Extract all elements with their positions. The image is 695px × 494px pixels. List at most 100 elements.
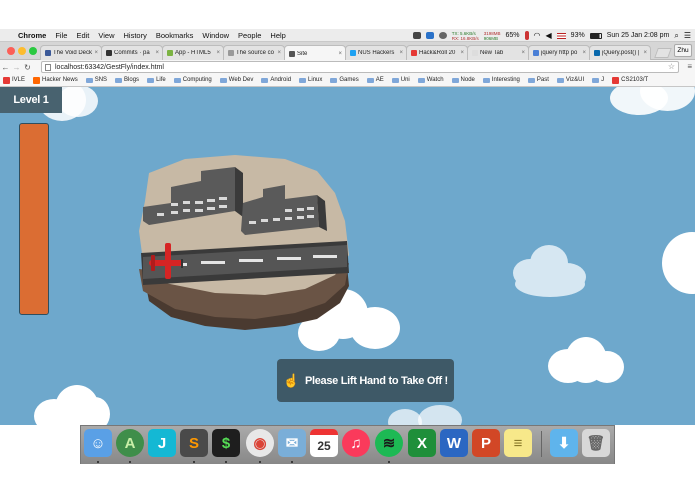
menu-edit[interactable]: Edit (76, 31, 89, 40)
bookmark-10[interactable]: AE (366, 77, 384, 83)
wifi-icon[interactable]: ◠ (534, 31, 541, 40)
bookmark-star-icon[interactable]: ☆ (668, 62, 675, 71)
tab-4[interactable]: Site × (284, 45, 346, 61)
menu-history[interactable]: History (124, 31, 147, 40)
sublime-text-icon[interactable]: S (180, 429, 208, 457)
status-app-icon[interactable] (412, 32, 421, 39)
tab-0[interactable]: The Void Deck × (40, 45, 102, 60)
tab-7[interactable]: New Tab × (467, 45, 529, 60)
macos-menubar: Chrome File Edit View History Bookmarks … (0, 29, 695, 42)
excel-icon[interactable]: X (408, 429, 436, 457)
profile-button[interactable]: Zhu (674, 44, 692, 57)
calendar-icon[interactable]: 25 (310, 429, 338, 457)
tab-close-icon[interactable]: × (521, 50, 525, 56)
bookmark-11[interactable]: Uni (391, 77, 410, 83)
menu-help[interactable]: Help (270, 31, 285, 40)
notification-center-icon[interactable]: ☰ (684, 31, 691, 40)
tab-1[interactable]: Commits · pa × (101, 45, 163, 60)
tab-8[interactable]: jquery http po × (528, 45, 590, 60)
trash-icon[interactable]: 🗑 (582, 429, 610, 457)
bookmark-4[interactable]: Life (147, 77, 166, 83)
tab-close-icon[interactable]: × (582, 50, 586, 56)
cloud (590, 351, 624, 383)
network-monitor[interactable]: TX: 5.6KB/s RX: 16.8KB/s (452, 31, 479, 41)
cpu-usage[interactable]: 65% (506, 32, 520, 39)
folder-icon (366, 77, 374, 83)
word-icon[interactable]: W (440, 429, 468, 457)
bookmark-9[interactable]: Games (330, 77, 359, 83)
chrome-icon[interactable]: ◉ (246, 429, 274, 457)
tab-close-icon[interactable]: × (460, 50, 464, 56)
bookmark-label: Web Dev (228, 77, 254, 83)
tab-close-icon[interactable]: × (399, 50, 403, 56)
forward-arrow-icon[interactable]: → (11, 63, 22, 72)
bookmark-1[interactable]: Hacker News (33, 76, 78, 84)
downloads-folder-icon[interactable]: ⬇ (550, 429, 578, 457)
window-zoom-button[interactable] (29, 47, 37, 55)
bookmark-18[interactable]: CS2103/T (612, 76, 649, 84)
new-tab-button[interactable] (654, 48, 672, 58)
bookmark-3[interactable]: Blogs (115, 77, 139, 83)
menu-bookmarks[interactable]: Bookmarks (156, 31, 194, 40)
spotify-icon[interactable]: ≋ (375, 429, 403, 457)
itunes-icon[interactable]: ♫ (342, 429, 370, 457)
bookmark-17[interactable]: J (592, 77, 604, 83)
spotlight-search-icon[interactable]: ⌕ (674, 31, 678, 41)
url-text[interactable]: localhost:63342/GestFly/index.html (55, 64, 164, 71)
tab-9[interactable]: jQuery.post() | × (589, 45, 651, 60)
address-bar[interactable]: localhost:63342/GestFly/index.html ☆ (41, 61, 679, 73)
bookmark-7[interactable]: Android (261, 77, 291, 83)
finder-icon[interactable]: ☺ (84, 429, 112, 457)
game-canvas[interactable]: Level 1 ☝ Please Lift Hand to Take Off ! (0, 87, 695, 425)
menu-file[interactable]: File (55, 31, 67, 40)
tab-title: The Void Deck (53, 50, 93, 56)
folder-icon (115, 77, 123, 83)
tab-close-icon[interactable]: × (338, 51, 342, 57)
memory-monitor[interactable]: 3198MB 906MB (484, 31, 501, 41)
bookmark-6[interactable]: Web Dev (219, 77, 254, 83)
bookmark-label: IVLE (12, 77, 26, 83)
tab-3[interactable]: The source co × (223, 45, 285, 60)
bookmark-14[interactable]: Interesting (482, 77, 520, 83)
tab-6[interactable]: Hack&Roll 20 × (406, 45, 468, 60)
bookmark-5[interactable]: Computing (173, 77, 212, 83)
reload-icon[interactable]: ↻ (22, 63, 33, 72)
bookmark-0[interactable]: IVLE (3, 76, 26, 84)
tab-close-icon[interactable]: × (277, 50, 281, 56)
clock-datetime[interactable]: Sun 25 Jan 2:08 pm (607, 32, 670, 39)
powerpoint-icon[interactable]: P (472, 429, 500, 457)
webstorm-icon[interactable]: J (148, 429, 176, 457)
menu-app-name[interactable]: Chrome (18, 31, 46, 40)
tab-close-icon[interactable]: × (94, 50, 98, 56)
chrome-tab-strip: The Void Deck × Commits · pa × App - HTML5 × T… (0, 42, 695, 61)
preview-icon[interactable]: ✉ (278, 429, 306, 457)
menu-view[interactable]: View (98, 31, 114, 40)
status-dropbox-icon[interactable] (425, 32, 434, 39)
window-close-button[interactable] (7, 47, 15, 55)
flag-icon[interactable] (556, 32, 566, 39)
tab-2[interactable]: App - HTML5 × (162, 45, 224, 60)
back-arrow-icon[interactable]: ← (0, 63, 11, 72)
battery-icon[interactable] (589, 32, 602, 39)
tab-close-icon[interactable]: × (643, 50, 647, 56)
bookmark-12[interactable]: Watch (417, 77, 444, 83)
bookmark-16[interactable]: Viz&UI (556, 77, 584, 83)
tab-close-icon[interactable]: × (216, 50, 220, 56)
bookmark-15[interactable]: Past (527, 77, 549, 83)
terminal-icon[interactable]: $ (212, 429, 240, 457)
status-clock-icon[interactable] (438, 32, 447, 39)
bookmark-8[interactable]: Linux (299, 77, 322, 83)
bookmark-2[interactable]: SNS (85, 77, 107, 83)
tab-5[interactable]: NUS Hackers × (345, 45, 407, 60)
tab-close-icon[interactable]: × (155, 50, 159, 56)
volume-icon[interactable]: ◀ (546, 31, 552, 40)
chrome-menu-icon[interactable]: ≡ (687, 62, 692, 71)
bookmark-label: CS2103/T (621, 77, 649, 83)
bookmark-13[interactable]: Node (451, 77, 475, 83)
battery-percent[interactable]: 93% (571, 32, 585, 39)
android-studio-icon[interactable]: A (116, 429, 144, 457)
window-minimize-button[interactable] (18, 47, 26, 55)
menu-window[interactable]: Window (202, 31, 229, 40)
notes-icon[interactable]: ≡ (504, 429, 532, 457)
menu-people[interactable]: People (238, 31, 261, 40)
